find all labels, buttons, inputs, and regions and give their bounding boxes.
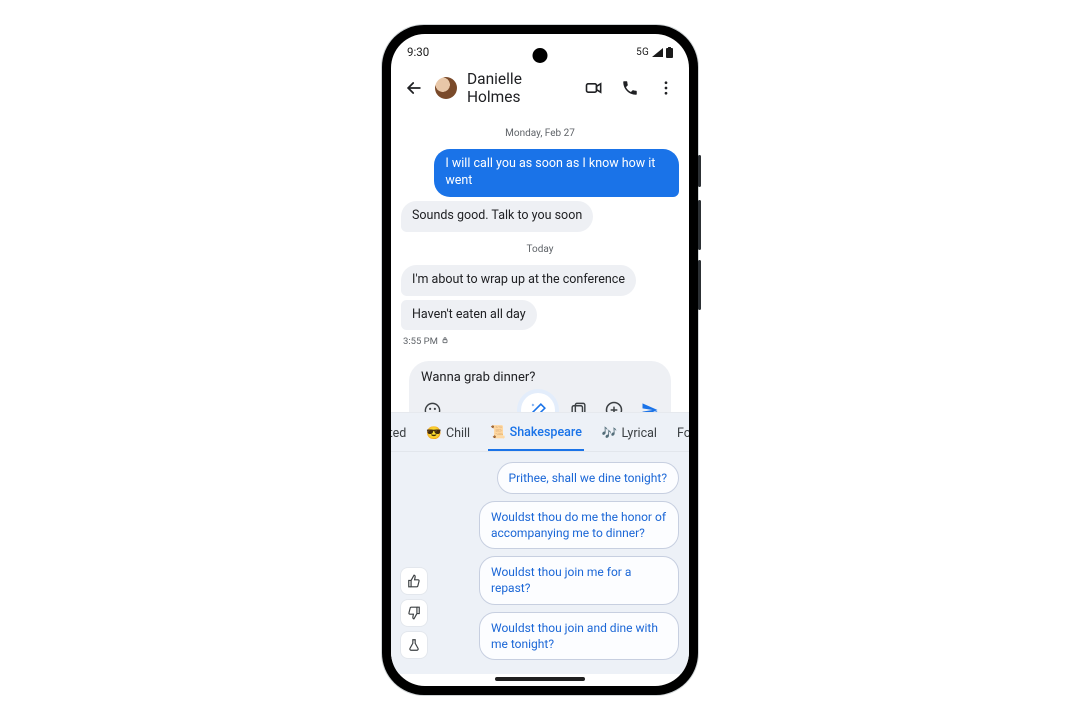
status-right: 5G <box>636 47 673 58</box>
lock-icon <box>441 336 449 347</box>
magic-compose-button[interactable] <box>521 393 555 411</box>
status-time: 9:30 <box>407 45 429 59</box>
gallery-button[interactable] <box>565 397 591 411</box>
power-button <box>698 155 701 187</box>
thumbs-down-button[interactable] <box>401 600 427 626</box>
tab-chill[interactable]: 😎Chill <box>424 423 472 451</box>
message-composer: Wanna grab dinner? <box>409 361 671 411</box>
date-divider: Today <box>401 236 679 261</box>
contact-name[interactable]: Danielle Holmes <box>467 70 573 106</box>
message-incoming[interactable]: Haven't eaten all day <box>401 300 537 331</box>
voice-call-button[interactable] <box>619 77 641 99</box>
volume-down-button <box>698 260 701 310</box>
send-button[interactable] <box>637 397 663 411</box>
suggestion-item[interactable]: Prithee, shall we dine tonight? <box>497 462 679 494</box>
suggestion-item[interactable]: Wouldst thou join and dine with me tonig… <box>479 612 679 660</box>
back-button[interactable] <box>403 77 425 99</box>
experiment-button[interactable] <box>401 632 427 658</box>
tab-formal[interactable]: For <box>675 423 689 451</box>
suggestion-item[interactable]: Wouldst thou do me the honor of accompan… <box>479 501 679 549</box>
conversation-view[interactable]: Monday, Feb 27 I will call you as soon a… <box>391 114 689 412</box>
signal-icon <box>652 48 663 57</box>
app-bar: Danielle Holmes <box>391 60 689 114</box>
timestamp-text: 3:55 PM <box>403 336 438 347</box>
message-timestamp: 3:55 PM <box>401 334 679 353</box>
network-label: 5G <box>636 47 649 58</box>
tab-lyrical[interactable]: 🎶Lyrical <box>600 423 659 451</box>
phone-frame: 9:30 5G Danielle Holmes <box>382 25 698 695</box>
suggestion-item[interactable]: Wouldst thou join me for a repast? <box>479 556 679 604</box>
message-incoming[interactable]: Sounds good. Talk to you soon <box>401 201 593 232</box>
suggestion-list: Prithee, shall we dine tonight? Wouldst … <box>435 462 679 660</box>
tab-excited[interactable]: cited <box>391 423 408 451</box>
magic-compose-panel: cited 😎Chill 📜Shakespeare 🎶Lyrical For <box>391 412 689 674</box>
emoji-button[interactable] <box>419 397 445 411</box>
tab-shakespeare[interactable]: 📜Shakespeare <box>488 423 584 451</box>
message-incoming[interactable]: I'm about to wrap up at the conference <box>401 265 636 296</box>
style-tabs: cited 😎Chill 📜Shakespeare 🎶Lyrical For <box>391 413 689 452</box>
contact-avatar[interactable] <box>435 77 457 99</box>
more-options-button[interactable] <box>655 77 677 99</box>
add-attachment-button[interactable] <box>601 397 627 411</box>
front-camera <box>533 48 548 63</box>
composer-input[interactable]: Wanna grab dinner? <box>419 370 663 387</box>
battery-icon <box>666 47 673 58</box>
volume-up-button <box>698 200 701 250</box>
thumbs-up-button[interactable] <box>401 568 427 594</box>
date-divider: Monday, Feb 27 <box>401 120 679 145</box>
message-outgoing[interactable]: I will call you as soon as I know how it… <box>434 149 679 197</box>
home-indicator[interactable] <box>495 677 585 681</box>
feedback-column <box>401 462 427 660</box>
screen: 9:30 5G Danielle Holmes <box>391 34 689 686</box>
video-call-button[interactable] <box>583 77 605 99</box>
